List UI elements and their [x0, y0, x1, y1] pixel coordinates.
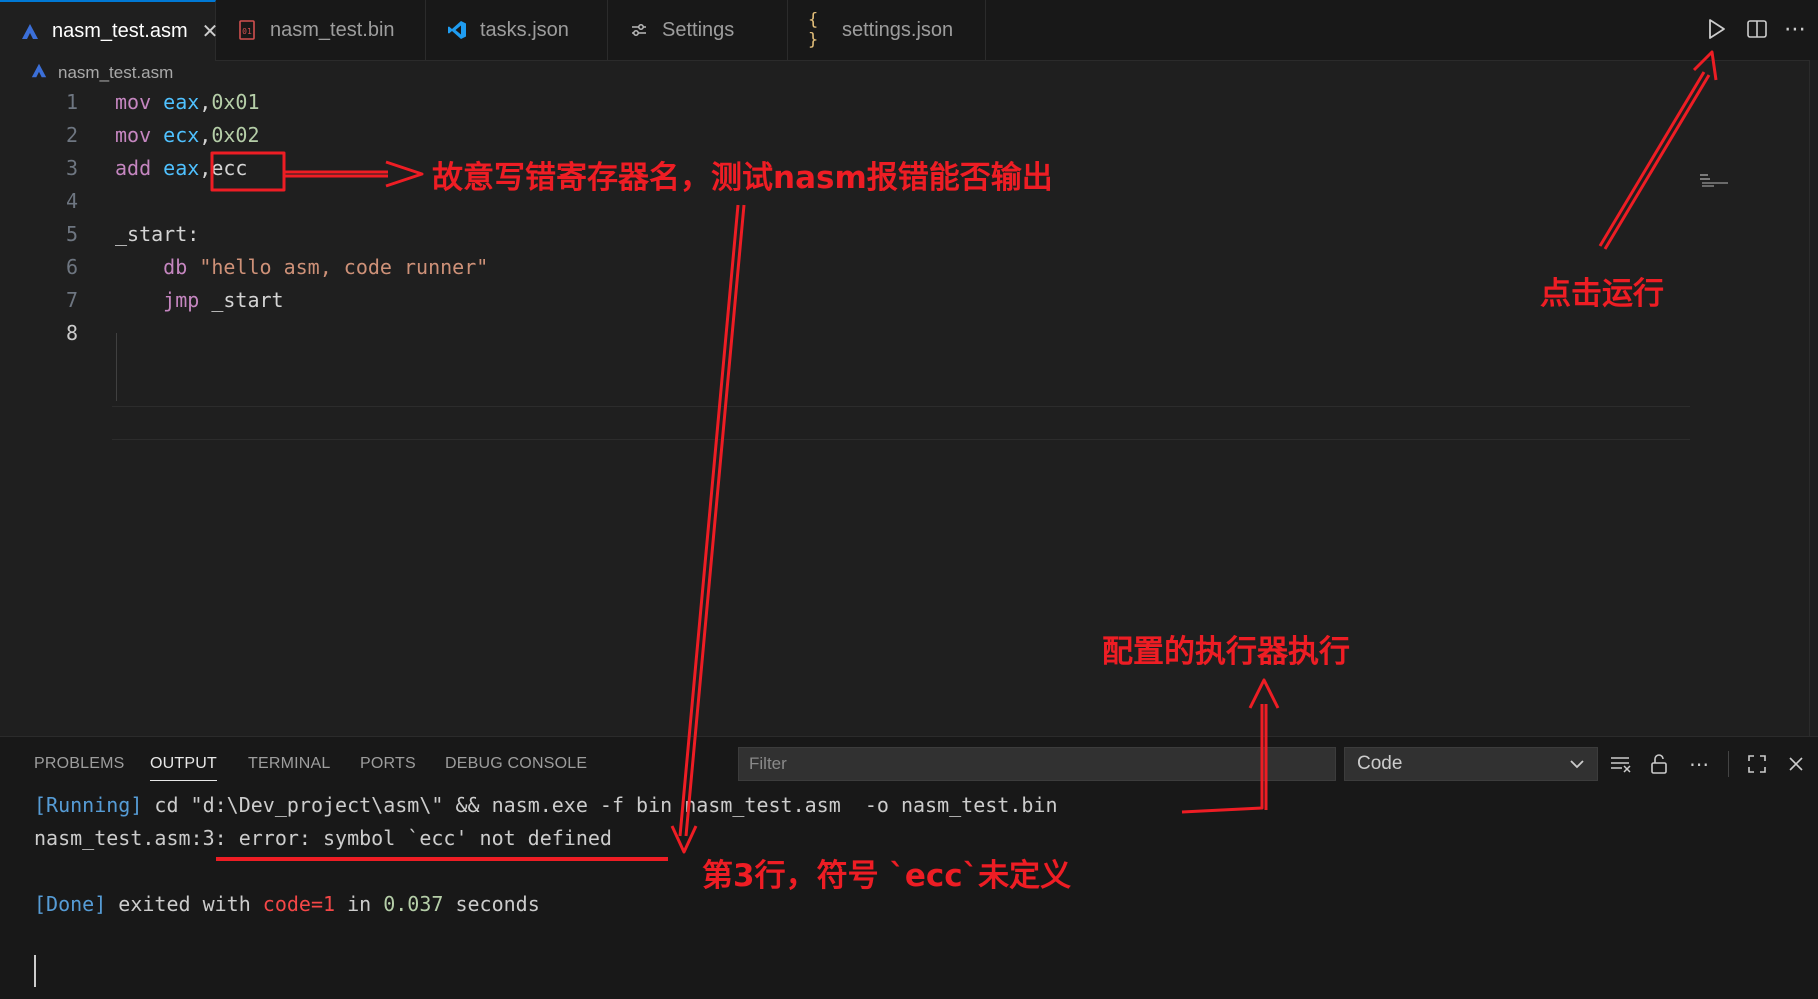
settings-sliders-icon	[628, 19, 650, 41]
code-line-7: jmp _start	[163, 288, 284, 312]
tab-ports[interactable]: PORTS	[360, 755, 416, 773]
output-filter-input[interactable]	[738, 747, 1336, 781]
annotation-runner-note: 配置的执行器执行	[1102, 634, 1350, 670]
split-editor-button[interactable]	[1742, 14, 1772, 44]
close-icon	[1789, 757, 1803, 771]
editor-scrollbar[interactable]	[1809, 60, 1818, 736]
binary-file-icon: 01	[236, 19, 258, 41]
output-line-error: nasm_test.asm:3: error: symbol `ecc' not…	[34, 826, 612, 850]
line-number: 6	[65, 255, 78, 279]
code-line-5: _start:	[115, 222, 200, 246]
code-line-2: mov ecx,0x02	[115, 123, 260, 147]
tab-tasks-json[interactable]: tasks.json	[426, 0, 608, 60]
line-number: 4	[65, 189, 78, 213]
divider	[1728, 751, 1729, 777]
output-line-running: [Running] cd "d:\Dev_project\asm\" && na…	[34, 793, 1058, 817]
ellipsis-icon: ⋯	[1784, 16, 1806, 41]
tab-label: nasm_test.bin	[270, 18, 395, 41]
minimap[interactable]	[1700, 174, 1728, 188]
line-number: 2	[65, 123, 78, 147]
close-panel-button[interactable]	[1783, 751, 1809, 777]
clear-output-button[interactable]	[1608, 751, 1634, 777]
run-code-button[interactable]	[1702, 14, 1732, 44]
unlock-icon	[1651, 754, 1667, 774]
chevron-down-icon	[1570, 760, 1584, 769]
tab-label: Settings	[662, 18, 735, 41]
json-braces-icon: { }	[808, 10, 819, 50]
tab-label: settings.json	[842, 18, 954, 41]
tab-debug-console[interactable]: DEBUG CONSOLE	[445, 755, 587, 773]
more-panel-actions-button[interactable]: ⋯	[1686, 751, 1712, 777]
current-line-highlight	[112, 406, 1690, 440]
output-line-done: [Done] exited with code=1 in 0.037 secon…	[34, 892, 540, 916]
more-actions-button[interactable]: ⋯	[1780, 14, 1810, 44]
output-channel-value: Code	[1357, 753, 1403, 774]
tab-label: nasm_test.asm	[52, 20, 188, 42]
svg-text:01: 01	[242, 27, 252, 36]
tab-settings[interactable]: Settings	[608, 0, 788, 60]
line-number: 3	[65, 156, 78, 180]
ellipsis-icon: ⋯	[1689, 753, 1709, 776]
lock-scroll-button[interactable]	[1646, 751, 1672, 777]
maximize-icon	[1748, 755, 1766, 773]
asm-file-icon	[30, 62, 48, 85]
text-caret	[34, 955, 36, 987]
tab-nasm-test-asm[interactable]: nasm_test.asm ✕	[0, 0, 218, 61]
line-number: 5	[65, 222, 78, 246]
tab-terminal[interactable]: TERMINAL	[248, 755, 331, 773]
line-number-current: 8	[65, 321, 78, 345]
clear-list-icon	[1611, 757, 1631, 773]
tab-nasm-test-bin[interactable]: 01 nasm_test.bin	[216, 0, 426, 60]
play-icon	[1709, 19, 1725, 39]
tab-settings-json[interactable]: { } settings.json	[788, 0, 986, 60]
line-number: 7	[65, 288, 78, 312]
tab-problems[interactable]: PROBLEMS	[34, 755, 125, 773]
annotation-error-note: 第3行，符号 `ecc`未定义	[702, 858, 1072, 894]
vscode-icon	[446, 19, 468, 41]
editor-tab-bar: nasm_test.asm ✕ 01 nasm_test.bin tasks.j…	[0, 0, 1818, 61]
line-number: 1	[65, 90, 78, 114]
breadcrumb: nasm_test.asm	[30, 60, 173, 86]
split-editor-icon	[1747, 20, 1767, 38]
output-channel-select[interactable]: Code	[1344, 747, 1598, 781]
tab-output[interactable]: OUTPUT	[150, 755, 217, 781]
maximize-panel-button[interactable]	[1744, 751, 1770, 777]
asm-file-icon	[20, 21, 40, 43]
indent-guide	[116, 333, 117, 401]
breadcrumb-file[interactable]: nasm_test.asm	[58, 63, 173, 83]
code-line-1: mov eax,0x01	[115, 90, 260, 114]
wrong-register: ecc	[211, 156, 248, 180]
code-line-3: add eax,ecc	[115, 156, 248, 180]
annotation-run-note: 点击运行	[1540, 276, 1664, 312]
code-line-6: db "hello asm, code runner"	[163, 255, 489, 279]
tab-label: tasks.json	[480, 18, 569, 41]
annotation-register-note: 故意写错寄存器名，测试nasm报错能否输出	[432, 160, 1053, 196]
